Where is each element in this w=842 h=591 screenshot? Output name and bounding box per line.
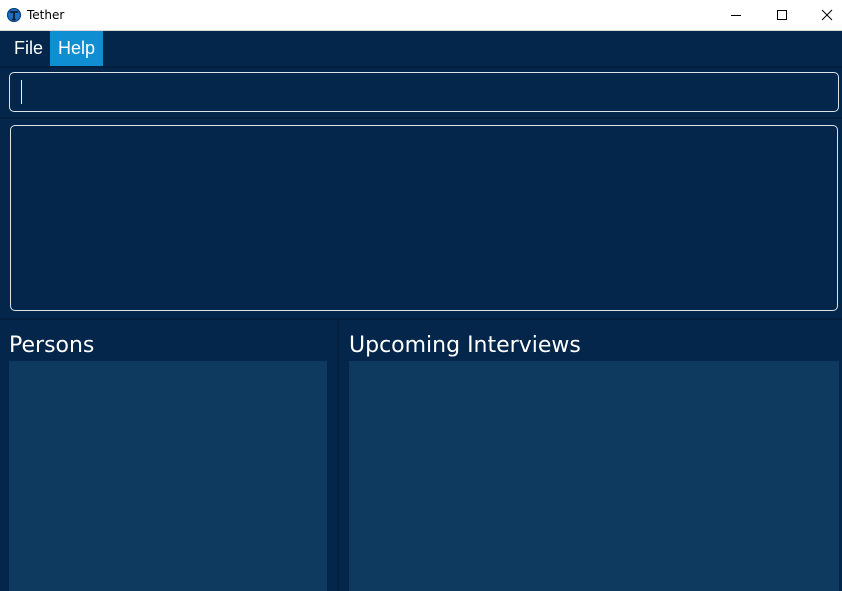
result-display[interactable] bbox=[10, 125, 838, 311]
command-input[interactable] bbox=[10, 73, 838, 111]
menu-bar: File Help bbox=[0, 31, 842, 66]
divider bbox=[0, 117, 842, 119]
persons-panel-title: Persons bbox=[9, 333, 95, 358]
menu-help[interactable]: Help bbox=[50, 31, 103, 66]
maximize-button[interactable] bbox=[759, 0, 805, 30]
interviews-list[interactable] bbox=[349, 361, 839, 591]
interviews-panel-title: Upcoming Interviews bbox=[349, 333, 581, 358]
tether-logo-icon bbox=[7, 8, 21, 22]
panel-divider[interactable] bbox=[337, 320, 339, 591]
divider bbox=[0, 66, 842, 68]
text-caret bbox=[21, 80, 22, 104]
divider bbox=[0, 318, 842, 320]
close-icon bbox=[821, 9, 833, 21]
maximize-icon bbox=[777, 10, 787, 20]
menu-file[interactable]: File bbox=[6, 31, 51, 66]
title-bar: Tether bbox=[0, 0, 842, 31]
minimize-button[interactable] bbox=[713, 0, 759, 30]
window-title: Tether bbox=[27, 8, 65, 22]
command-box[interactable] bbox=[9, 72, 839, 112]
persons-list[interactable] bbox=[9, 361, 327, 591]
close-button[interactable] bbox=[804, 0, 842, 30]
minimize-icon bbox=[731, 15, 741, 16]
